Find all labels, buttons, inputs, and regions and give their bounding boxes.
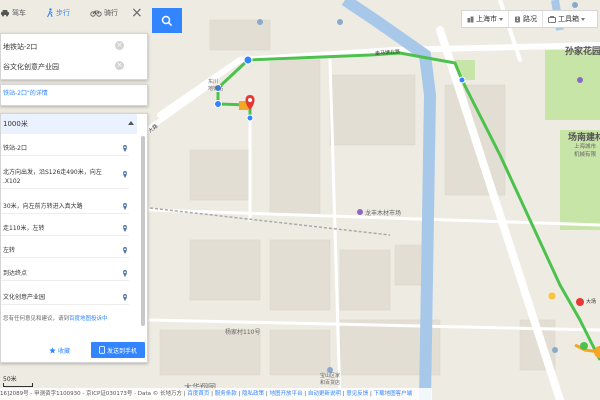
footer-text: 16]2089号 - 甲测资字1100930 - 京ICP证030173号 - … [0, 391, 186, 397]
footer-link[interactable]: 自动更新说明 [308, 391, 341, 397]
route-steps-panel: 1000米 铁站-2口 北方向出发，沿S126走490米，向左 .X102 30… [0, 113, 148, 363]
steps-header-distance: 1000米 [3, 120, 28, 128]
start-input[interactable] [1, 37, 125, 57]
send-to-phone-button[interactable]: 发送到手机 [91, 342, 145, 358]
traffic-toggle[interactable]: 路况 [509, 11, 543, 27]
map-label-market: 龙丰木材市场 [365, 210, 402, 217]
send-to-phone-label: 发送到手机 [106, 347, 137, 355]
route-step[interactable]: 文化创意产业园 [1, 291, 129, 305]
clear-start-button[interactable]: × [115, 41, 124, 50]
map-label-area2-sub: 上海城市 机械有限 [574, 144, 597, 158]
mode-drive[interactable]: 驾车 [0, 7, 26, 19]
close-icon[interactable]: × [131, 6, 143, 20]
feedback-note: 您有任何意见和建议，请到百度地图投诉中 [3, 314, 133, 322]
search-icon [161, 15, 173, 26]
step-text: 铁站-2口 [3, 145, 27, 152]
top-right-toolbar: 上海市 路况 工具箱 [461, 10, 598, 28]
step-text: 走110米，左转 [3, 225, 45, 232]
city-selector[interactable]: 上海市 [462, 11, 509, 27]
step-text: 到达终点 [3, 270, 28, 277]
steps-header[interactable]: 1000米 [1, 114, 137, 134]
favorite-button[interactable]: 收藏 [49, 344, 70, 356]
step-text: 文化创意产业园 [3, 294, 46, 301]
favorite-label: 收藏 [58, 347, 71, 355]
toolbox-icon [548, 15, 556, 23]
mode-bike[interactable]: 骑行 [90, 7, 118, 19]
route-step[interactable]: 北方向出发，沿S126走490米，向左 .X102 [1, 166, 129, 189]
location-pin-icon[interactable] [122, 225, 128, 233]
traffic-icon [515, 16, 520, 22]
map-label-bottom1: 宝山区家 和百货店 [320, 373, 341, 386]
car-icon [1, 10, 9, 17]
toolbox-menu[interactable]: 工具箱 [543, 11, 590, 27]
step-text: 左转 [3, 247, 16, 254]
feedback-link[interactable]: 百度地图投诉中 [69, 316, 108, 322]
chevron-down-icon [499, 17, 503, 21]
bike-icon [90, 10, 102, 17]
map-label-station: 东川 地铁站 [208, 79, 224, 92]
map-label-bldg: 杨家村110号 [225, 329, 261, 336]
route-step[interactable]: 30米，向左前方转进入真大路 [1, 200, 129, 214]
footer-link[interactable]: 地图开放平台 [269, 391, 302, 397]
location-pin-icon[interactable] [122, 294, 128, 302]
footer-link[interactable]: 百度首页 [187, 391, 209, 397]
phone-icon [99, 346, 105, 354]
chevron-up-icon[interactable] [128, 121, 134, 125]
footer-link[interactable]: 隐私政策 [242, 391, 264, 397]
location-pin-icon[interactable] [122, 145, 128, 153]
route-inputs: × × [0, 33, 148, 80]
map-scale-bar [3, 383, 33, 387]
location-pin-icon[interactable] [122, 171, 128, 179]
route-step[interactable]: 铁站-2口 [1, 142, 129, 156]
footer-link[interactable]: 下载地图客户端 [374, 391, 413, 397]
details-link[interactable]: 铁站-2口"的详情 [0, 84, 148, 106]
route-step[interactable]: 左转 [1, 244, 129, 258]
steps-scrollbar[interactable] [141, 136, 145, 326]
search-button[interactable] [152, 8, 182, 33]
city-label: 上海市 [476, 15, 497, 23]
mode-drive-label: 驾车 [12, 9, 26, 17]
end-input[interactable] [1, 57, 125, 77]
route-step[interactable]: 走110米，左转 [1, 222, 129, 236]
city-icon [467, 16, 474, 22]
step-text: 北方向出发，沿S126走490米，向左 .X102 [3, 169, 102, 185]
step-text: 30米，向左前方转进入真大路 [3, 203, 83, 210]
feedback-text: 您有任何意见和建议，请到 [3, 316, 70, 322]
star-icon [49, 346, 56, 354]
clear-end-button[interactable]: × [115, 61, 124, 70]
footer-link[interactable]: 服务条款 [215, 391, 237, 397]
traffic-label: 路况 [523, 15, 537, 23]
walk-icon [47, 8, 53, 18]
mode-walk-label: 步行 [56, 9, 70, 17]
mode-walk[interactable]: 步行 [46, 7, 70, 19]
footer: 16]2089号 - 甲测资字1100930 - 京ICP证030173号 - … [0, 388, 432, 400]
location-pin-icon[interactable] [122, 270, 128, 278]
footer-link[interactable]: 意见反馈 [346, 391, 368, 397]
map-label-dayang: 大场 [586, 299, 597, 305]
chevron-down-icon [581, 17, 585, 21]
toolbox-label: 工具箱 [558, 15, 579, 23]
mode-bike-label: 骑行 [104, 9, 118, 17]
location-pin-icon[interactable] [122, 203, 128, 211]
location-pin-icon[interactable] [122, 247, 128, 255]
route-step[interactable]: 到达终点 [1, 267, 129, 281]
steps-actions: 收藏 发送到手机 [1, 339, 147, 361]
map-scale: 50米 [3, 376, 17, 383]
map-label-area1: 孙家花园 [565, 47, 600, 57]
